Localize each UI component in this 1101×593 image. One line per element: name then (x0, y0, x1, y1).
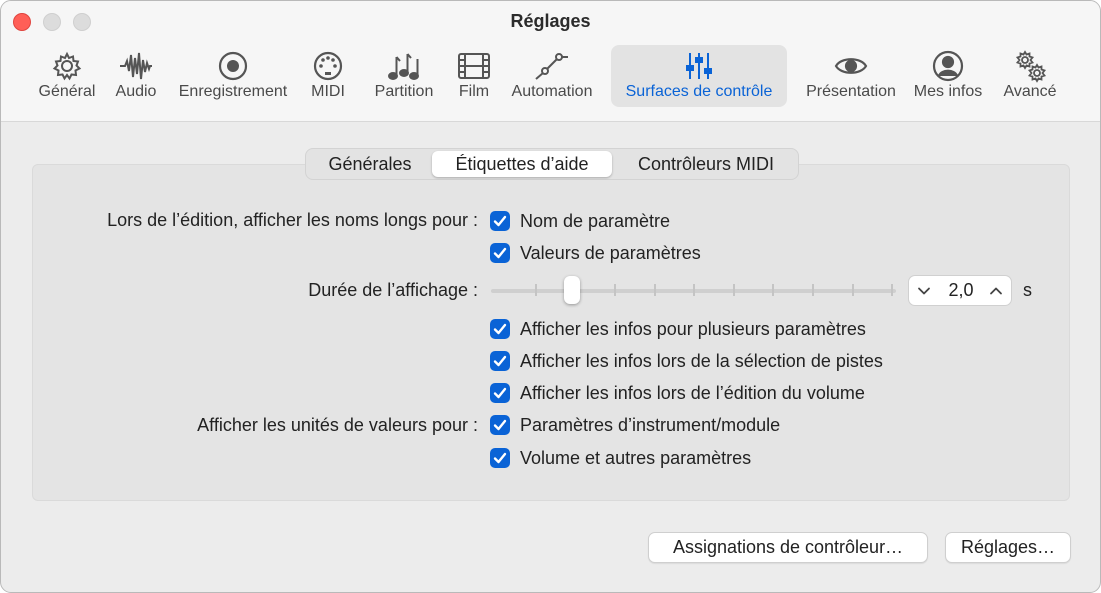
settings-window: Réglages Général Audio Enregistrement MI… (0, 0, 1101, 593)
slider-tick (614, 284, 616, 296)
slider-tick (654, 284, 656, 296)
slider-tick (891, 284, 893, 296)
toolbar-item-control-surfaces[interactable]: Surfaces de contrôle (611, 45, 787, 107)
eye-icon (834, 58, 868, 74)
gear-icon (52, 51, 82, 81)
toolbar-item-general[interactable]: Général (33, 45, 101, 107)
toolbar-label-film: Film (458, 83, 490, 100)
toolbar-item-partition[interactable]: Partition (367, 45, 441, 107)
toolbar-label-midi: MIDI (311, 83, 345, 100)
checkmark-icon (493, 452, 507, 464)
multi-params-checkbox[interactable] (490, 319, 510, 339)
toolbar-label-audio: Audio (115, 83, 157, 100)
checkmark-icon (493, 215, 507, 227)
gears-icon (1015, 50, 1047, 83)
slider-tick (772, 284, 774, 296)
duration-unit: s (1023, 280, 1032, 300)
waveform-icon (120, 52, 152, 80)
sliders-icon (686, 53, 712, 79)
toolbar-label-control-surfaces: Surfaces de contrôle (625, 83, 773, 100)
toolbar-label-recording: Enregistrement (178, 83, 288, 100)
checkmark-icon (493, 355, 507, 367)
volume-other-label: Volume et autres paramètres (520, 448, 752, 468)
tab-general[interactable]: Générales (310, 149, 430, 179)
toolbar-label-partition: Partition (374, 83, 434, 100)
track-select-checkbox[interactable] (490, 351, 510, 371)
window-title: Réglages (510, 11, 591, 31)
duration-value[interactable]: 2,0 (939, 276, 983, 305)
midi-port-icon (313, 51, 343, 81)
track-select-label: Afficher les infos lors de la sélection … (520, 351, 883, 371)
param-name-checkbox[interactable] (490, 211, 510, 231)
toolbar-item-audio[interactable]: Audio (107, 45, 165, 107)
tab-help-tags[interactable]: Étiquettes d’aide (432, 151, 612, 177)
slider-tick (733, 284, 735, 296)
toolbar-item-midi[interactable]: MIDI (303, 45, 353, 107)
volume-other-checkbox[interactable] (490, 448, 510, 468)
toolbar-label-my-info: Mes infos (913, 83, 983, 100)
slider-tick (535, 284, 537, 296)
toolbar-item-presentation[interactable]: Présentation (799, 45, 903, 107)
toolbar-item-recording[interactable]: Enregistrement (171, 45, 295, 107)
film-strip-icon (458, 53, 490, 79)
music-notes-icon (388, 53, 419, 80)
units-label: Afficher les unités de valeurs pour : (197, 415, 478, 435)
record-icon (218, 51, 248, 81)
checkmark-icon (493, 323, 507, 335)
instrument-params-label: Paramètres d’instrument/module (520, 415, 781, 435)
person-circle-icon (932, 50, 964, 82)
checkmark-icon (493, 387, 507, 399)
settings-button[interactable]: Réglages… (945, 532, 1071, 563)
duration-slider-thumb[interactable] (564, 276, 580, 304)
multi-params-label: Afficher les infos pour plusieurs paramè… (520, 319, 866, 339)
titlebar: Réglages Général Audio Enregistrement MI… (1, 1, 1100, 122)
toolbar-label-general: Général (38, 83, 96, 100)
param-values-checkbox[interactable] (490, 243, 510, 263)
toolbar-item-film[interactable]: Film (451, 45, 497, 107)
tab-bar: Générales Étiquettes d’aide Contrôleurs … (305, 148, 799, 180)
toolbar-item-automation[interactable]: Automation (505, 45, 599, 107)
param-name-label: Nom de paramètre (520, 211, 671, 231)
duration-label: Durée de l’affichage : (308, 280, 478, 300)
controller-assignments-button[interactable]: Assignations de contrôleur… (648, 532, 928, 563)
long-names-label: Lors de l’édition, afficher les noms lon… (107, 210, 478, 230)
toolbar-item-advanced[interactable]: Avancé (997, 45, 1063, 107)
instrument-params-checkbox[interactable] (490, 415, 510, 435)
slider-tick (812, 284, 814, 296)
volume-edit-label: Afficher les infos lors de l’édition du … (520, 383, 865, 403)
slider-tick (852, 284, 854, 296)
toolbar-label-advanced: Avancé (1003, 83, 1057, 100)
volume-edit-checkbox[interactable] (490, 383, 510, 403)
chevron-down-icon[interactable] (917, 284, 931, 298)
toolbar-label-automation: Automation (511, 83, 593, 100)
toolbar-label-presentation: Présentation (806, 83, 896, 100)
automation-curve-icon (535, 53, 568, 80)
chevron-up-icon[interactable] (989, 284, 1003, 298)
checkmark-icon (493, 247, 507, 259)
checkmark-icon (493, 419, 507, 431)
param-values-label: Valeurs de paramètres (520, 243, 701, 263)
duration-stepper[interactable]: 2,0 (908, 275, 1012, 306)
slider-tick (693, 284, 695, 296)
toolbar-item-my-info[interactable]: Mes infos (907, 45, 989, 107)
tab-midi-controllers[interactable]: Contrôleurs MIDI (618, 149, 794, 179)
